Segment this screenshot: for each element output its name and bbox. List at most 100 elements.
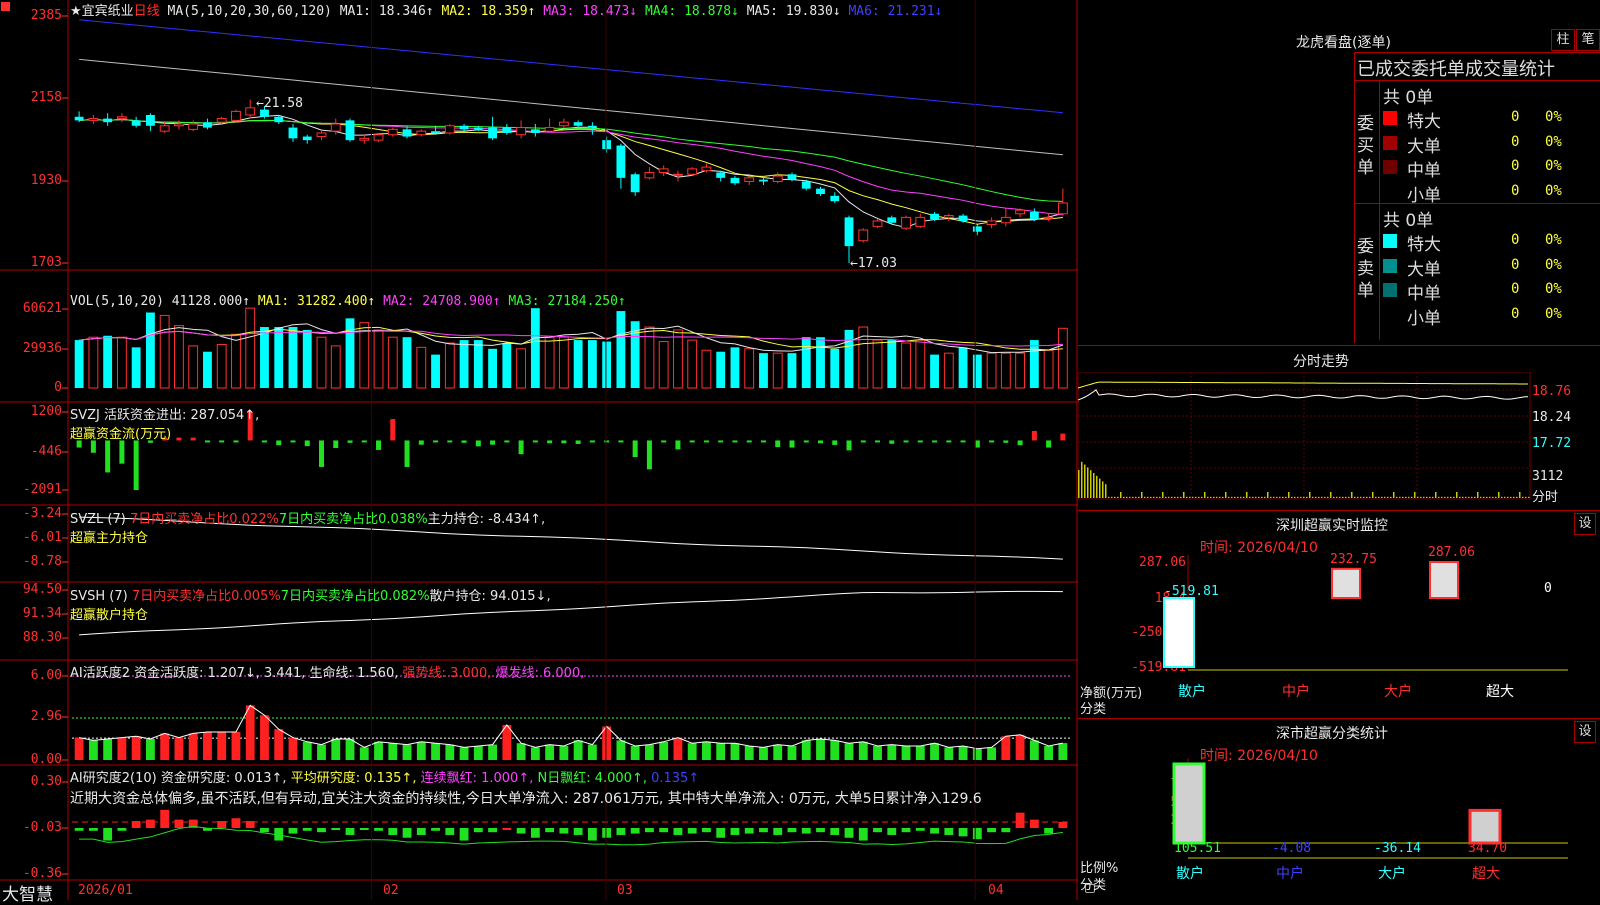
intraday-vol-bar <box>1489 496 1491 498</box>
vol-bar <box>302 329 312 388</box>
intraday-vol-bar <box>1324 496 1326 498</box>
fund-flow-bar <box>632 440 638 458</box>
intraday-vol-bar <box>1426 496 1428 498</box>
activity-bar <box>402 744 412 760</box>
research-bar <box>630 828 640 834</box>
fund-flow-bar <box>547 440 553 444</box>
vol-bar <box>502 342 512 388</box>
intraday-vol-bar <box>1525 496 1527 498</box>
price-tick: 2158 <box>30 90 62 105</box>
activity-bar <box>730 743 740 760</box>
buy-row-count: 0 <box>1511 158 1520 174</box>
vol-bar <box>145 312 155 388</box>
fund-flow-bar <box>133 440 139 490</box>
intraday-vol-bar <box>1351 492 1353 498</box>
research-bar <box>702 828 711 833</box>
candle-up <box>330 123 341 132</box>
intraday-vol-bar <box>1363 496 1365 498</box>
stats-category: 散户 <box>1176 865 1204 882</box>
activity-bar <box>516 743 526 760</box>
research-bar <box>117 828 127 831</box>
x-label-feb: 02 <box>383 883 399 898</box>
research-bar <box>288 828 298 834</box>
intraday-vol-bar <box>1456 492 1458 498</box>
intraday-vol-bar <box>1168 496 1170 498</box>
intraday-vol-bar <box>1381 496 1383 498</box>
period-label[interactable]: 日线 <box>134 4 160 19</box>
activity-bar <box>844 743 854 760</box>
research-bar <box>987 828 997 833</box>
intraday-vol-bar <box>1378 496 1380 498</box>
research-bar <box>915 828 925 831</box>
activity-bar <box>702 741 711 760</box>
ai1-tick: 0.00 <box>30 752 62 767</box>
stock-chart-svg[interactable] <box>0 0 1078 900</box>
stats-chart: 7550250105.51散户-4.08中户-36.14大户34.70超大 <box>1170 758 1568 882</box>
intraday-vol-bar <box>1090 470 1092 498</box>
fund-flow-bar <box>589 440 595 443</box>
sell-color-swatch <box>1383 234 1397 248</box>
research-bar <box>317 828 326 833</box>
fund-flow-bar <box>675 440 681 450</box>
ma5-value: MA5: 19.830↓ <box>746 4 841 19</box>
candle-down <box>716 172 726 178</box>
vol-bar <box>801 337 811 388</box>
research-bar <box>844 828 854 838</box>
activity-bar <box>1029 740 1039 760</box>
tick-view-button[interactable]: 笔 <box>1576 29 1600 51</box>
vol-bar <box>274 327 284 388</box>
candle-down <box>288 127 298 139</box>
vol-bar <box>431 354 440 388</box>
intraday-vol-bar <box>1273 496 1275 498</box>
intraday-vol-bar <box>1249 496 1251 498</box>
bar-view-button[interactable]: 柱 <box>1551 29 1575 51</box>
svsh-tick: 94.50 <box>22 582 62 597</box>
sell-row-label: 中单 <box>1407 284 1441 304</box>
candle-down <box>74 116 84 121</box>
candle-up <box>872 220 883 227</box>
candle-up <box>772 175 783 182</box>
fund-flow-bar <box>404 440 410 467</box>
fund-flow-bar <box>518 440 524 455</box>
intraday-chart[interactable] <box>1078 372 1600 507</box>
buy-row-count: 0 <box>1511 133 1520 150</box>
activity-bar <box>445 744 455 760</box>
menu-icon[interactable] <box>1 2 10 11</box>
fund-flow-bar <box>604 440 610 443</box>
intraday-vol-bar <box>1225 492 1227 498</box>
vol-bar <box>872 339 883 389</box>
candle-down <box>131 120 141 126</box>
buy-row-count: 0 <box>1511 109 1520 125</box>
intraday-vol-bar <box>1165 496 1167 498</box>
ai2-tick: -0.36 <box>22 866 62 881</box>
fund-flow-bar <box>1017 440 1023 446</box>
research-bar <box>930 828 939 834</box>
intraday-vol-bar <box>1405 496 1407 498</box>
fund-flow-bar <box>989 440 995 443</box>
fund-flow-bar <box>703 440 709 443</box>
intraday-vol-bar <box>1228 496 1230 498</box>
sell-total: 共 0单 <box>1383 211 1434 231</box>
intraday-vol-bar <box>1357 496 1359 498</box>
activity-bar <box>858 741 868 760</box>
research-bar <box>516 828 526 834</box>
candle-up <box>901 216 911 229</box>
ai1-tick: 6.00 <box>30 668 62 683</box>
activity-bar <box>1001 736 1011 760</box>
svsh-tick: 88.30 <box>22 630 62 645</box>
stats-bar-label: 34.70 <box>1468 841 1507 856</box>
activity-bar <box>1015 734 1025 760</box>
research-bar <box>74 828 84 831</box>
intraday-vol-bar <box>1354 496 1356 498</box>
candle-up <box>943 215 954 218</box>
activity-bar <box>773 744 783 760</box>
vol-bar <box>816 337 825 388</box>
research-bar <box>459 828 469 841</box>
vol-bar <box>1000 352 1011 389</box>
fund-flow-bar <box>90 440 96 453</box>
fund-flow-bar <box>433 440 439 443</box>
intraday-vol-bar <box>1414 492 1416 498</box>
fund-flow-bar <box>304 440 310 447</box>
activity-bar <box>587 744 597 760</box>
research-bar <box>958 828 968 837</box>
